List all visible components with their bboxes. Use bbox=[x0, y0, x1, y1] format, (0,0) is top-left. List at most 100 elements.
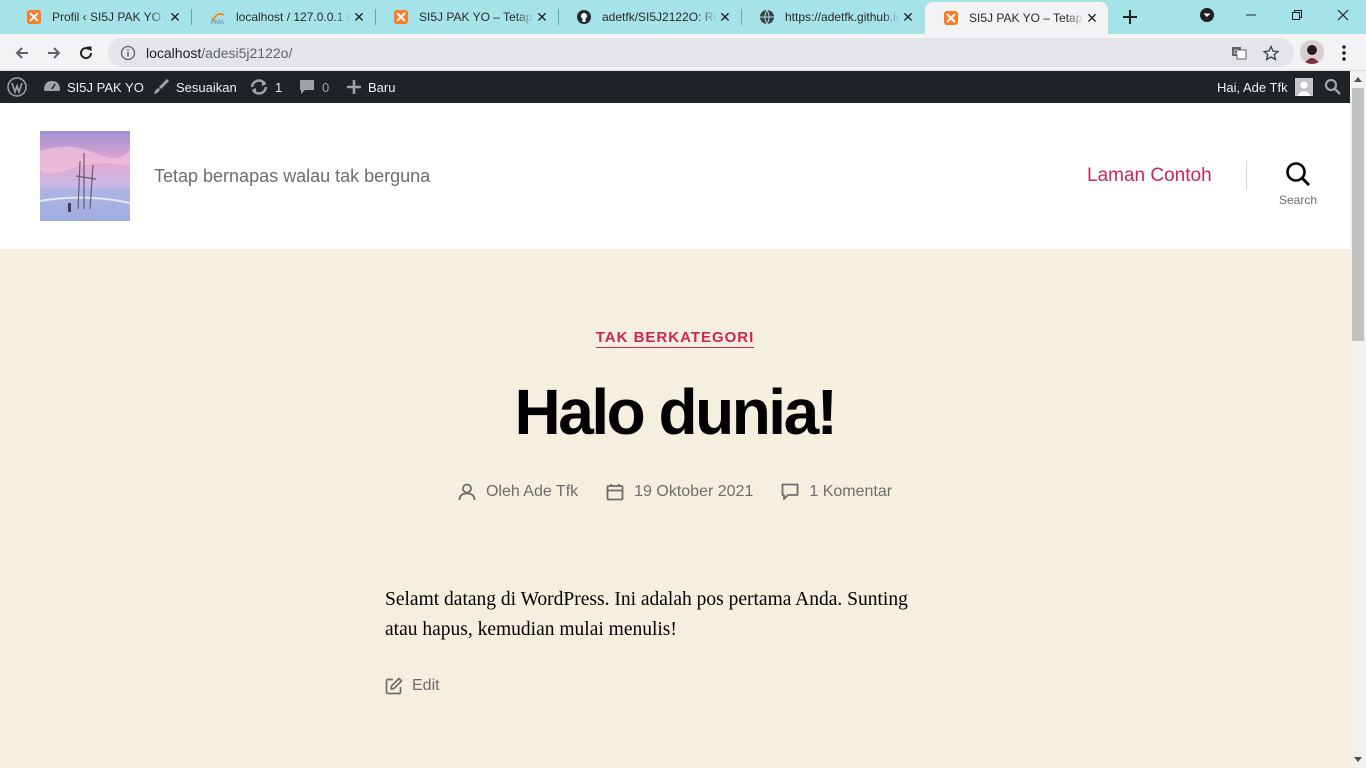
search-icon bbox=[1286, 162, 1310, 186]
close-icon[interactable]: ✕ bbox=[351, 9, 367, 25]
updates-link[interactable]: 1 bbox=[249, 71, 282, 103]
restore-icon bbox=[1292, 10, 1302, 20]
xampp-icon bbox=[943, 10, 959, 26]
new-content-label: Baru bbox=[368, 79, 396, 95]
new-tab-button[interactable] bbox=[1119, 6, 1141, 28]
browser-tab[interactable]: Profil ‹ SI5J PAK YO — ✕ bbox=[8, 0, 191, 34]
address-bar[interactable]: localhost/adesi5j2122o/ G bbox=[108, 38, 1294, 67]
close-icon[interactable]: ✕ bbox=[717, 9, 733, 25]
profile-avatar[interactable] bbox=[1300, 40, 1324, 64]
edit-icon bbox=[385, 677, 403, 695]
scroll-thumb[interactable] bbox=[1352, 88, 1364, 341]
post-comments[interactable]: 1 Komentar bbox=[781, 483, 892, 501]
minimize-icon bbox=[1246, 14, 1256, 16]
arrow-down-icon bbox=[1354, 757, 1362, 762]
browser-tab[interactable]: https://adetfk.github.io ✕ bbox=[741, 0, 924, 34]
header-divider bbox=[1246, 161, 1247, 190]
close-window-button[interactable] bbox=[1320, 0, 1366, 30]
arrow-right-icon bbox=[48, 47, 61, 59]
browser-menu-button[interactable] bbox=[1334, 40, 1354, 66]
calendar-icon bbox=[606, 484, 624, 501]
tab-title: SI5J PAK YO – Tetap be bbox=[419, 10, 534, 24]
browser-tab-active[interactable]: SI5J PAK YO – Tetap be ✕ bbox=[925, 2, 1108, 34]
post-title: Halo dunia! bbox=[514, 376, 838, 448]
phpmyadmin-icon: PMA bbox=[210, 9, 226, 25]
paintbrush-icon bbox=[152, 78, 170, 96]
scroll-down-arrow[interactable] bbox=[1350, 752, 1366, 768]
reload-button[interactable] bbox=[72, 39, 100, 67]
search-toggle-button[interactable]: Search bbox=[1274, 161, 1322, 211]
author-label: Oleh Ade Tfk bbox=[485, 483, 579, 500]
page-scrollbar[interactable] bbox=[1350, 71, 1366, 768]
star-icon[interactable] bbox=[1262, 44, 1280, 62]
greeting-label: Hai, Ade Tfk bbox=[1217, 79, 1288, 95]
edit-post-link[interactable]: Edit bbox=[385, 677, 440, 695]
user-icon bbox=[458, 483, 476, 501]
browser-tab[interactable]: SI5J PAK YO – Tetap be ✕ bbox=[375, 0, 558, 34]
xampp-icon bbox=[26, 9, 42, 25]
post-body: Selamt datang di WordPress. Ini adalah p… bbox=[385, 585, 945, 645]
post-paragraph: Selamt datang di WordPress. Ini adalah p… bbox=[385, 589, 908, 640]
site-logo[interactable] bbox=[40, 131, 130, 221]
post-date[interactable]: 19 Oktober 2021 bbox=[606, 483, 753, 501]
kebab-menu-icon bbox=[1342, 45, 1346, 61]
tab-title: Profil ‹ SI5J PAK YO — bbox=[52, 10, 167, 24]
adminbar-search[interactable] bbox=[1324, 71, 1342, 103]
close-icon[interactable]: ✕ bbox=[900, 9, 916, 25]
nav-link-laman-contoh[interactable]: Laman Contoh bbox=[1087, 165, 1212, 187]
browser-tab-strip: Profil ‹ SI5J PAK YO — ✕ PMA localhost /… bbox=[0, 0, 1366, 34]
comment-icon bbox=[781, 483, 799, 500]
restore-button[interactable] bbox=[1274, 0, 1320, 30]
info-icon[interactable] bbox=[120, 45, 136, 61]
arrow-left-icon bbox=[15, 47, 28, 59]
wp-logo-menu[interactable] bbox=[7, 71, 27, 103]
updates-icon bbox=[249, 78, 269, 96]
tab-title: https://adetfk.github.io bbox=[785, 10, 900, 24]
updates-count: 1 bbox=[275, 79, 283, 95]
tab-search-button[interactable] bbox=[1184, 0, 1230, 30]
site-name-label: SI5J PAK YO bbox=[67, 79, 144, 95]
url-text: localhost/adesi5j2122o/ bbox=[146, 45, 292, 61]
close-icon[interactable]: ✕ bbox=[1084, 10, 1100, 26]
minimize-button[interactable] bbox=[1228, 0, 1274, 30]
comments-count: 0 bbox=[322, 79, 330, 95]
search-label: Search bbox=[1278, 193, 1318, 207]
site-name-menu[interactable]: SI5J PAK YO bbox=[43, 71, 144, 103]
user-avatar-icon bbox=[1294, 78, 1313, 96]
xampp-icon bbox=[393, 9, 409, 25]
dashboard-icon bbox=[43, 79, 61, 95]
close-icon[interactable]: ✕ bbox=[534, 9, 550, 25]
customize-link[interactable]: Sesuaikan bbox=[152, 71, 237, 103]
search-icon bbox=[1324, 78, 1341, 95]
comment-bubble-icon bbox=[298, 78, 316, 96]
my-account-menu[interactable]: Hai, Ade Tfk bbox=[1217, 71, 1313, 103]
tab-title: adetfk/SI5J2122O: Rep bbox=[602, 10, 717, 24]
forward-button[interactable] bbox=[40, 39, 68, 67]
translate-icon[interactable]: G bbox=[1230, 44, 1248, 62]
post-meta: Oleh Ade Tfk 19 Oktober 2021 1 Komentar bbox=[0, 483, 1350, 501]
back-button[interactable] bbox=[8, 39, 36, 67]
close-icon bbox=[1337, 9, 1349, 21]
reload-icon bbox=[80, 46, 93, 60]
post-author[interactable]: Oleh Ade Tfk bbox=[458, 483, 578, 501]
comments-label: 1 Komentar bbox=[809, 483, 893, 500]
url-host: localhost bbox=[146, 44, 202, 61]
customize-label: Sesuaikan bbox=[176, 79, 237, 95]
post-category: TAK BERKATEGORI bbox=[0, 329, 1350, 348]
new-content-menu[interactable]: Baru bbox=[346, 71, 395, 103]
close-icon[interactable]: ✕ bbox=[167, 9, 183, 25]
date-label: 19 Oktober 2021 bbox=[634, 483, 754, 500]
wordpress-icon bbox=[7, 77, 27, 97]
browser-tab[interactable]: adetfk/SI5J2122O: Rep ✕ bbox=[558, 0, 741, 34]
tab-title: SI5J PAK YO – Tetap be bbox=[969, 11, 1084, 25]
url-path: /adesi5j2122o/ bbox=[201, 44, 293, 61]
browser-tab[interactable]: PMA localhost / 127.0.0.1 / ✕ bbox=[192, 0, 375, 34]
edit-label: Edit bbox=[412, 677, 440, 694]
wp-admin-bar: SI5J PAK YO Sesuaikan 1 0 Baru Hai, Ade … bbox=[0, 71, 1350, 103]
svg-text:PMA: PMA bbox=[211, 20, 224, 25]
browser-toolbar: localhost/adesi5j2122o/ G bbox=[0, 34, 1366, 71]
scroll-up-arrow[interactable] bbox=[1350, 71, 1366, 87]
comments-link[interactable]: 0 bbox=[298, 71, 329, 103]
globe-icon bbox=[759, 9, 775, 25]
category-link[interactable]: TAK BERKATEGORI bbox=[595, 329, 755, 348]
